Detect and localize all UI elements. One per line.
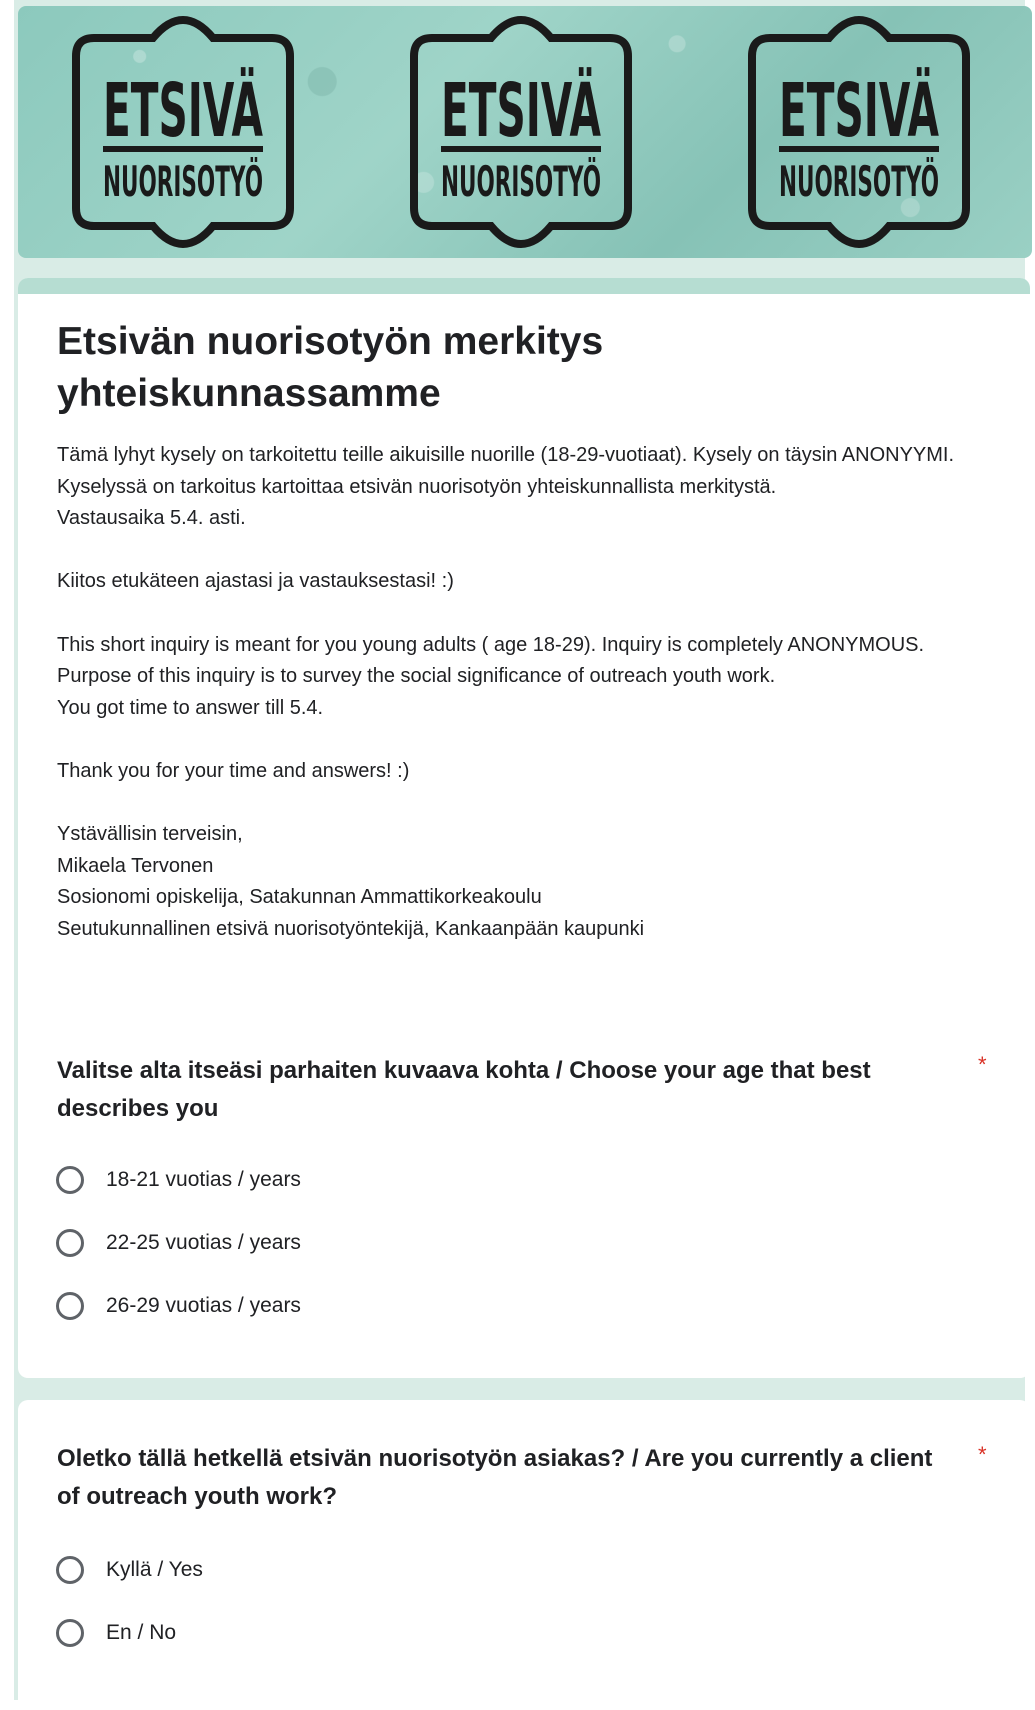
radio-option[interactable]: 26-29 vuotias / years <box>56 1288 301 1324</box>
svg-text:ETSIVÄ: ETSIVÄ <box>779 66 939 154</box>
radio-button[interactable] <box>56 1556 84 1584</box>
form-page: ETSIVÄ NUORISOTYÖ ETSIVÄ NUORISOTYÖ ETSI… <box>0 0 1035 1710</box>
etsiva-logo: ETSIVÄ NUORISOTYÖ <box>734 16 984 248</box>
question-card-client: Oletko tällä hetkellä etsivän nuorisotyö… <box>18 1400 1030 1710</box>
header-banner: ETSIVÄ NUORISOTYÖ ETSIVÄ NUORISOTYÖ ETSI… <box>18 6 1032 258</box>
option-label: En / No <box>106 1621 177 1644</box>
radio-option[interactable]: Kyllä / Yes <box>56 1552 203 1588</box>
radio-button[interactable] <box>56 1166 84 1194</box>
etsiva-logo: ETSIVÄ NUORISOTYÖ <box>58 16 308 248</box>
option-label: 18-21 vuotias / years <box>106 1168 301 1191</box>
form-title: Etsivän nuorisotyön merkitys yhteiskunna… <box>57 320 604 415</box>
radio-button[interactable] <box>56 1619 84 1647</box>
option-label: 22-25 vuotias / years <box>106 1231 301 1254</box>
svg-text:NUORISOTYÖ: NUORISOTYÖ <box>441 156 601 206</box>
svg-text:NUORISOTYÖ: NUORISOTYÖ <box>779 156 939 206</box>
radio-option[interactable]: 18-21 vuotias / years <box>56 1162 301 1198</box>
question-title: Oletko tällä hetkellä etsivän nuorisotyö… <box>57 1445 933 1510</box>
radio-option[interactable]: 22-25 vuotias / years <box>56 1225 301 1261</box>
required-asterisk: * <box>978 1052 987 1077</box>
option-label: Kyllä / Yes <box>106 1558 203 1581</box>
required-asterisk: * <box>978 1442 987 1467</box>
radio-option[interactable]: En / No <box>56 1615 176 1651</box>
accent-bar <box>18 278 1030 294</box>
radio-button[interactable] <box>56 1229 84 1257</box>
form-description: Tämä lyhyt kysely on tarkoitettu teille … <box>57 444 955 940</box>
form-header-card: Etsivän nuorisotyön merkitys yhteiskunna… <box>18 278 1030 1018</box>
svg-text:ETSIVÄ: ETSIVÄ <box>441 66 601 154</box>
radio-button[interactable] <box>56 1292 84 1320</box>
svg-text:ETSIVÄ: ETSIVÄ <box>103 66 263 154</box>
svg-text:NUORISOTYÖ: NUORISOTYÖ <box>103 156 263 206</box>
option-label: 26-29 vuotias / years <box>106 1294 301 1317</box>
etsiva-logo: ETSIVÄ NUORISOTYÖ <box>396 16 646 248</box>
question-card-age: Valitse alta itseäsi parhaiten kuvaava k… <box>18 1012 1030 1378</box>
question-title: Valitse alta itseäsi parhaiten kuvaava k… <box>57 1057 871 1122</box>
page-edge-left <box>0 0 14 1700</box>
